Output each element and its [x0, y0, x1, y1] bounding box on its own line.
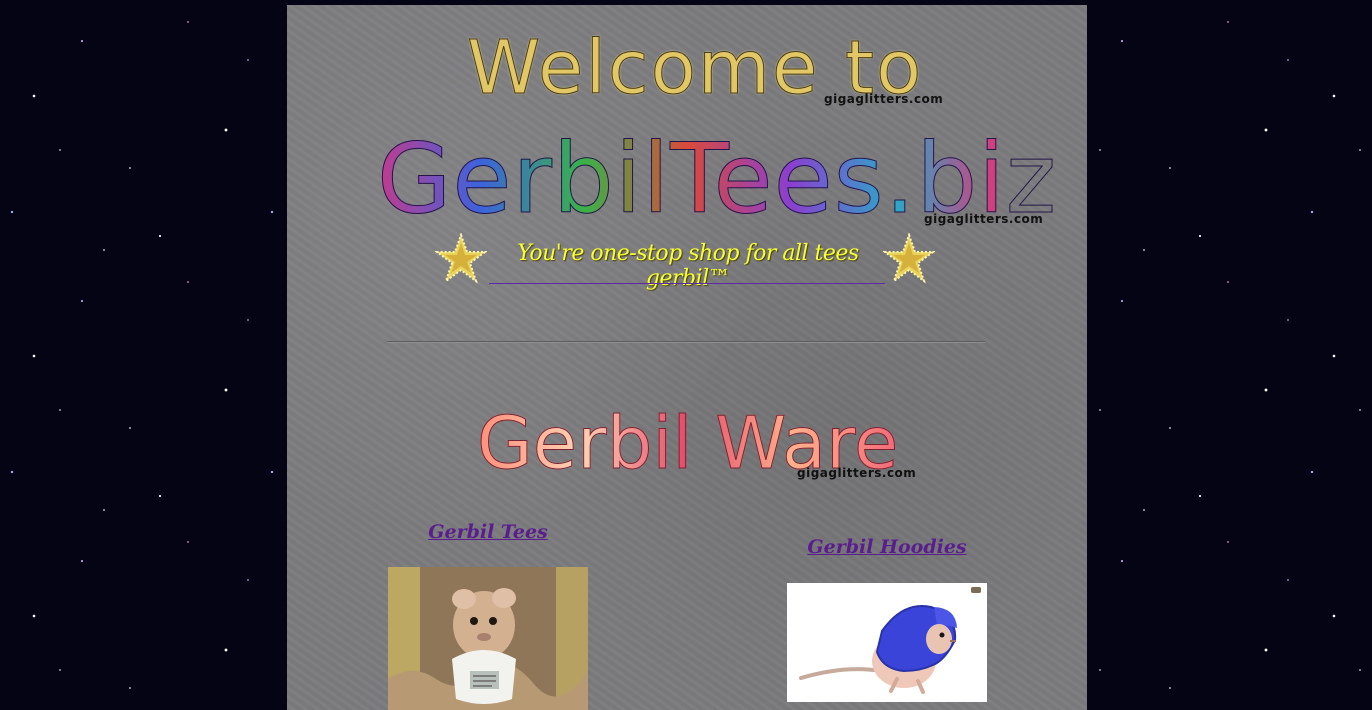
gerbil-in-tee-photo[interactable]: [388, 567, 588, 710]
site-name-watermark: gigaglitters.com: [924, 212, 1044, 226]
gerbil-hoodies-link[interactable]: Gerbil Hoodies: [787, 536, 987, 558]
starfield-background: { "header": { "welcome_text": "Welcome t…: [0, 0, 1372, 710]
welcome-watermark: gigaglitters.com: [824, 92, 944, 106]
tagline-underline: [489, 283, 885, 284]
gerbil-tees-category: Gerbil Tees: [388, 521, 588, 543]
tagline-banner: You're one-stop shop for all tees gerbil…: [435, 233, 939, 291]
gerbil-tees-link[interactable]: Gerbil Tees: [388, 521, 588, 543]
gerbil-ware-watermark: gigaglitters.com: [797, 466, 917, 480]
gerbil-hoodies-category: Gerbil Hoodies: [787, 536, 987, 558]
horizontal-divider: [387, 341, 985, 343]
gerbil-in-hoodie-photo[interactable]: [787, 583, 987, 702]
glitter-star-icon: [883, 233, 935, 284]
glitter-star-icon: [435, 233, 487, 284]
site-name-glitter-heading: GerbilTees.biz: [377, 123, 1058, 236]
main-content-panel: Welcome to gigaglitters.com GerbilTees.b…: [287, 5, 1087, 710]
